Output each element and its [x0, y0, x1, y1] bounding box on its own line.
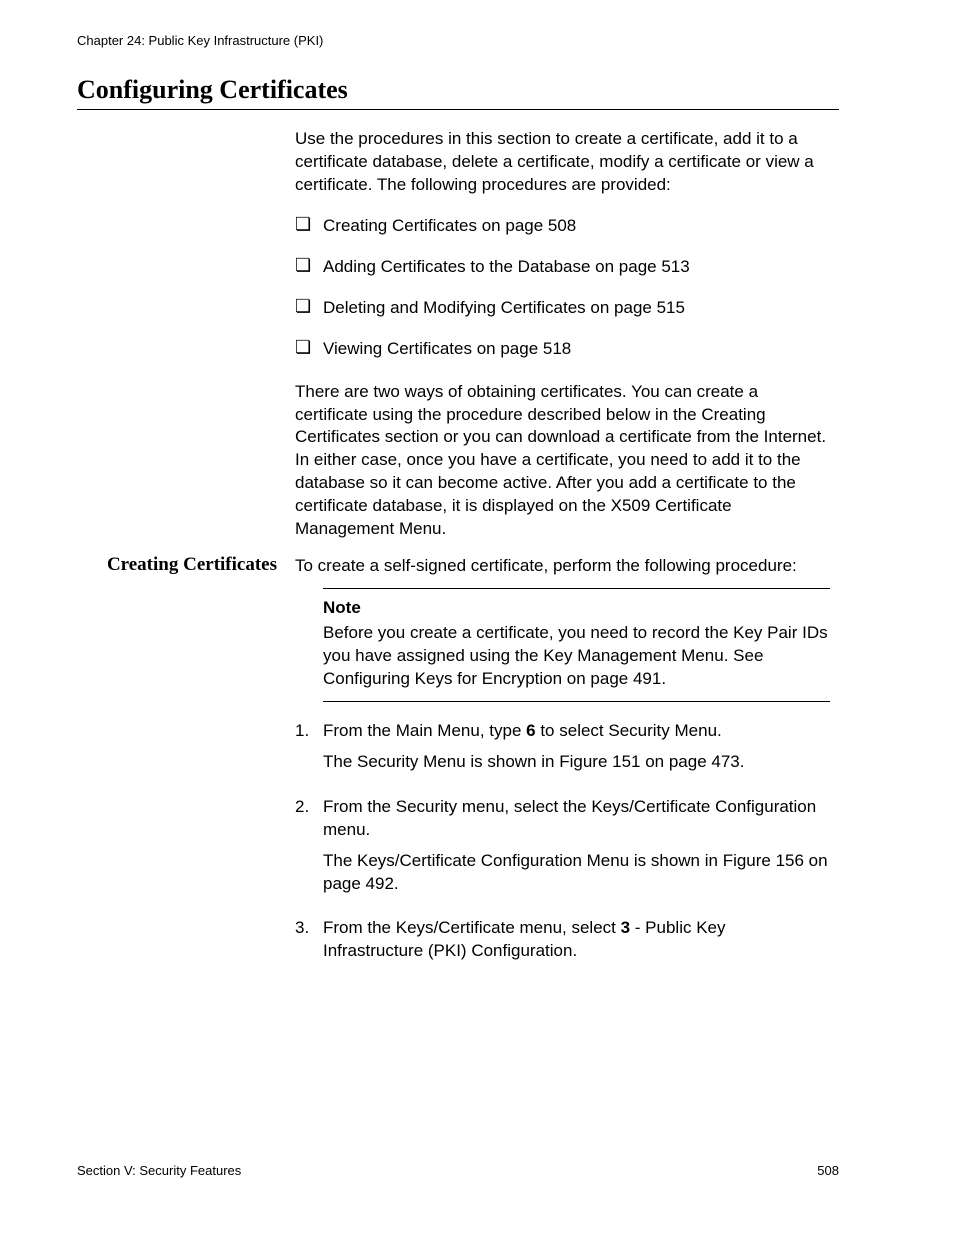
step-text: From the Main Menu, type 6 to select Sec… [323, 720, 830, 743]
running-head: Chapter 24: Public Key Infrastructure (P… [77, 33, 323, 48]
page: Chapter 24: Public Key Infrastructure (P… [0, 0, 954, 1235]
steps-list: From the Main Menu, type 6 to select Sec… [295, 720, 830, 964]
step-text: From the Keys/Certificate menu, select 3… [323, 917, 830, 963]
overview-paragraph: There are two ways of obtaining certific… [295, 381, 830, 542]
list-item: ❏ Deleting and Modifying Certificates on… [295, 297, 830, 320]
list-item: ❏ Viewing Certificates on page 518 [295, 338, 830, 361]
step-followup: The Security Menu is shown in Figure 151… [323, 751, 830, 774]
body-column: Use the procedures in this section to cr… [295, 128, 830, 985]
list-item-text: Viewing Certificates on page 518 [323, 339, 571, 358]
step-fragment: From the Main Menu, type [323, 721, 526, 740]
step-item: From the Keys/Certificate menu, select 3… [295, 917, 830, 963]
list-item-text: Creating Certificates on page 508 [323, 216, 576, 235]
step-fragment: to select Security Menu. [536, 721, 722, 740]
note-label: Note [323, 597, 830, 620]
footer-page-number: 508 [817, 1163, 839, 1178]
list-item: ❏ Creating Certificates on page 508 [295, 215, 830, 238]
side-heading: Creating Certificates [77, 553, 277, 577]
step-item: From the Security menu, select the Keys/… [295, 796, 830, 896]
page-heading: Configuring Certificates [77, 75, 839, 110]
list-item-text: Adding Certificates to the Database on p… [323, 257, 690, 276]
checkbox-icon: ❏ [295, 297, 311, 317]
checkbox-icon: ❏ [295, 215, 311, 235]
checkbox-icon: ❏ [295, 338, 311, 358]
step-bold: 6 [526, 721, 535, 740]
checkbox-icon: ❏ [295, 256, 311, 276]
intro-paragraph: Use the procedures in this section to cr… [295, 128, 830, 197]
step-followup: The Keys/Certificate Configuration Menu … [323, 850, 830, 896]
step-fragment: From the Keys/Certificate menu, select [323, 918, 621, 937]
procedure-list: ❏ Creating Certificates on page 508 ❏ Ad… [295, 215, 830, 361]
subsection-anchor: To create a self-signed certificate, per… [295, 555, 830, 963]
list-item-text: Deleting and Modifying Certificates on p… [323, 298, 685, 317]
list-item: ❏ Adding Certificates to the Database on… [295, 256, 830, 279]
step-item: From the Main Menu, type 6 to select Sec… [295, 720, 830, 774]
note-body: Before you create a certificate, you nee… [323, 623, 828, 688]
step-bold: 3 [621, 918, 630, 937]
footer-section: Section V: Security Features [77, 1163, 241, 1178]
step-text: From the Security menu, select the Keys/… [323, 796, 830, 842]
procedure-lead-in: To create a self-signed certificate, per… [295, 555, 830, 578]
note-box: Note Before you create a certificate, yo… [323, 588, 830, 702]
